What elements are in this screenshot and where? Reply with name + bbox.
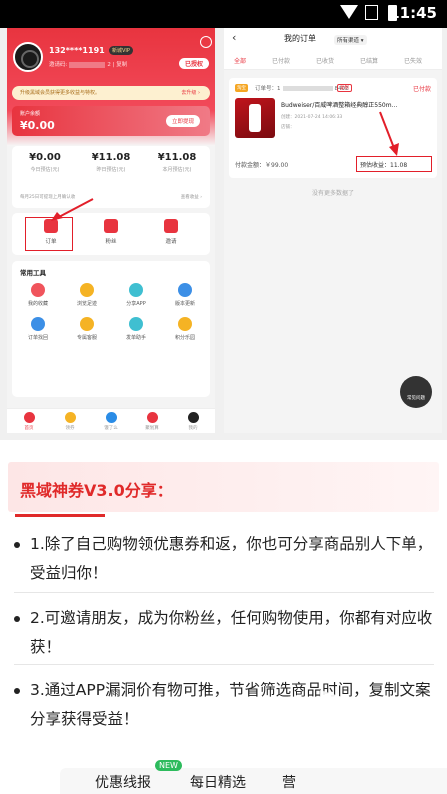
balance-label: 账户余额 [20,111,41,117]
wifi-icon [340,5,358,19]
stat-month: ¥11.08 本月预估(元) [157,152,197,173]
tool-footprint[interactable]: 浏览足迹 [63,283,111,307]
divider [14,664,434,665]
quick-fans[interactable]: 粉丝 [86,219,136,245]
fans-icon [104,219,118,233]
orders-navbar: ‹ 我的订单 所有渠道 ▾ [224,28,442,50]
tool-service[interactable]: 专属客服 [63,317,111,341]
orders-screen: ‹ 我的订单 所有渠道 ▾ 全部 已付款 已收货 已结算 已失效 淘宝 订单号：… [224,28,442,433]
vip-badge: 新城VIP [109,46,133,55]
assistant-icon [129,317,143,331]
balance-card: 账户余额 ¥0.00 立即提现 [12,106,210,136]
view-earnings-link[interactable]: 查看收益 › [181,194,202,200]
balance-value: ¥0.00 [20,119,55,132]
tab-all[interactable]: 全部 [234,56,246,65]
bottom-item-daily[interactable]: 每日精选 [190,772,246,792]
stat-today: ¥0.00 今日预估(元) [29,152,61,173]
tab-paid[interactable]: 已付款 [272,56,290,65]
product-thumbnail [235,98,275,138]
quick-invite[interactable]: 邀请 [146,219,196,245]
channel-dropdown[interactable]: 所有渠道 ▾ [334,35,367,45]
invite-code: 邀请码: 2 | 复制 [49,61,128,68]
points-icon [178,317,192,331]
screenshots-panel: 132****1191 新城VIP 邀请码: 2 | 复制 已授权 升级黑域会员获… [0,28,447,440]
tool-order-recovery[interactable]: 订单找回 [14,317,62,341]
footprint-icon [80,283,94,297]
tool-points[interactable]: 积分乐园 [161,317,209,341]
new-badge: NEW [155,760,182,771]
order-status: 已付款 [412,86,431,93]
deal-icon [146,412,158,423]
section-heading: 黑域神券V3.0分享： [8,462,439,512]
tab-received[interactable]: 已收货 [316,56,334,65]
eleme-icon [105,412,117,423]
tab-profile[interactable]: 我的 [173,412,213,431]
info-icon [178,283,192,297]
bottom-bar: 优惠线报 NEW 每日精选 营 [60,760,447,794]
tab-deal[interactable]: 聚划算 [132,412,172,431]
divider [14,592,434,593]
clock: 11:45 [389,4,437,22]
page-title: 我的订单 [284,34,316,43]
bottom-item-deals[interactable]: 优惠线报 [95,772,151,792]
point-1: 1.除了自己购物领优惠券和返，你也可分享商品别人下单，受益归你！ [14,530,442,588]
tab-eleme[interactable]: 饿了么 [91,412,131,431]
upgrade-link[interactable]: 去升级 › [181,89,200,96]
username: 132****1191 [49,46,105,55]
tools-title: 常用工具 [20,269,46,277]
arrow-annotation-2 [379,111,399,156]
arrow-annotation [51,198,94,221]
order-date: 创建：2021-07-24 14:06:33 [281,115,343,120]
star-icon [31,283,45,297]
coupon-icon [64,412,76,423]
earnings-card: ¥0.00 今日预估(元) ¥11.08 昨日预估(元) ¥11.08 本月预估(元)… [12,146,210,208]
profile-screen: 132****1191 新城VIP 邀请码: 2 | 复制 已授权 升级黑域会员获… [7,28,215,433]
invite-icon [164,219,178,233]
tools-card: 常用工具 我的收藏 浏览足迹 分享APP 版本更新 订单找回 专属客服 发单助手… [12,261,210,397]
share-icon [129,283,143,297]
paid-amount: 付款金额：￥99.00 [235,162,289,169]
copy-button[interactable]: 复制 [337,84,352,92]
heading-underline [15,514,105,517]
withdraw-button[interactable]: 立即提现 [165,115,200,127]
tool-favorites[interactable]: 我的收藏 [14,283,62,307]
highlight-box [25,217,73,251]
no-more-data: 没有更多数据了 [311,190,354,197]
tab-home[interactable]: 首页 [9,412,49,431]
profile-icon [187,412,199,423]
signal-off-icon [365,5,378,20]
article: 黑域神券V3.0分享： 1.除了自己购物领优惠券和返，你也可分享商品别人下单，受… [0,440,447,794]
service-icon [80,317,94,331]
tab-invalid[interactable]: 已失效 [404,56,422,65]
home-icon [23,412,35,423]
point-2: 2.可邀请朋友，成为你粉丝，任何购物使用，你都有对应收获！ [14,604,442,662]
play-watermark-icon [320,690,400,742]
back-icon[interactable]: ‹ [232,31,236,44]
status-bar: 11:45 [0,0,447,28]
bottom-item-more[interactable]: 营 [282,772,296,792]
search-icon [31,317,45,331]
tool-update[interactable]: 版本更新 [161,283,209,307]
tool-assistant[interactable]: 发单助手 [112,317,160,341]
bottom-tab-bar: 首页 领券 饿了么 聚划算 我的 [7,408,215,433]
product-name: Budweiser/百威啤酒整箱经典醇正550m... [281,102,398,109]
order-tabs: 全部 已付款 已收货 已结算 已失效 [224,50,442,92]
tab-settled[interactable]: 已结算 [360,56,378,65]
store-name: 店铺： [281,125,295,130]
order-card[interactable]: 淘宝 订单号：1 8402 复制 已付款 Budweiser/百威啤酒整箱经典醇正… [229,78,437,178]
platform-badge: 淘宝 [235,84,248,92]
tool-share-app[interactable]: 分享APP [112,283,160,307]
avatar[interactable] [13,42,43,72]
authorized-button[interactable]: 已授权 [179,58,210,69]
stat-yesterday: ¥11.08 昨日预估(元) [91,152,131,173]
gear-icon[interactable] [200,36,212,48]
faq-button[interactable]: 常见问题 [400,376,432,408]
tab-coupon[interactable]: 领券 [50,412,90,431]
quick-actions: 订单 粉丝 邀请 [12,213,210,255]
upgrade-notice[interactable]: 升级黑域会员获得更多收益与特权。 去升级 › [12,86,210,100]
order-number: 订单号：1 8402 [255,86,349,92]
